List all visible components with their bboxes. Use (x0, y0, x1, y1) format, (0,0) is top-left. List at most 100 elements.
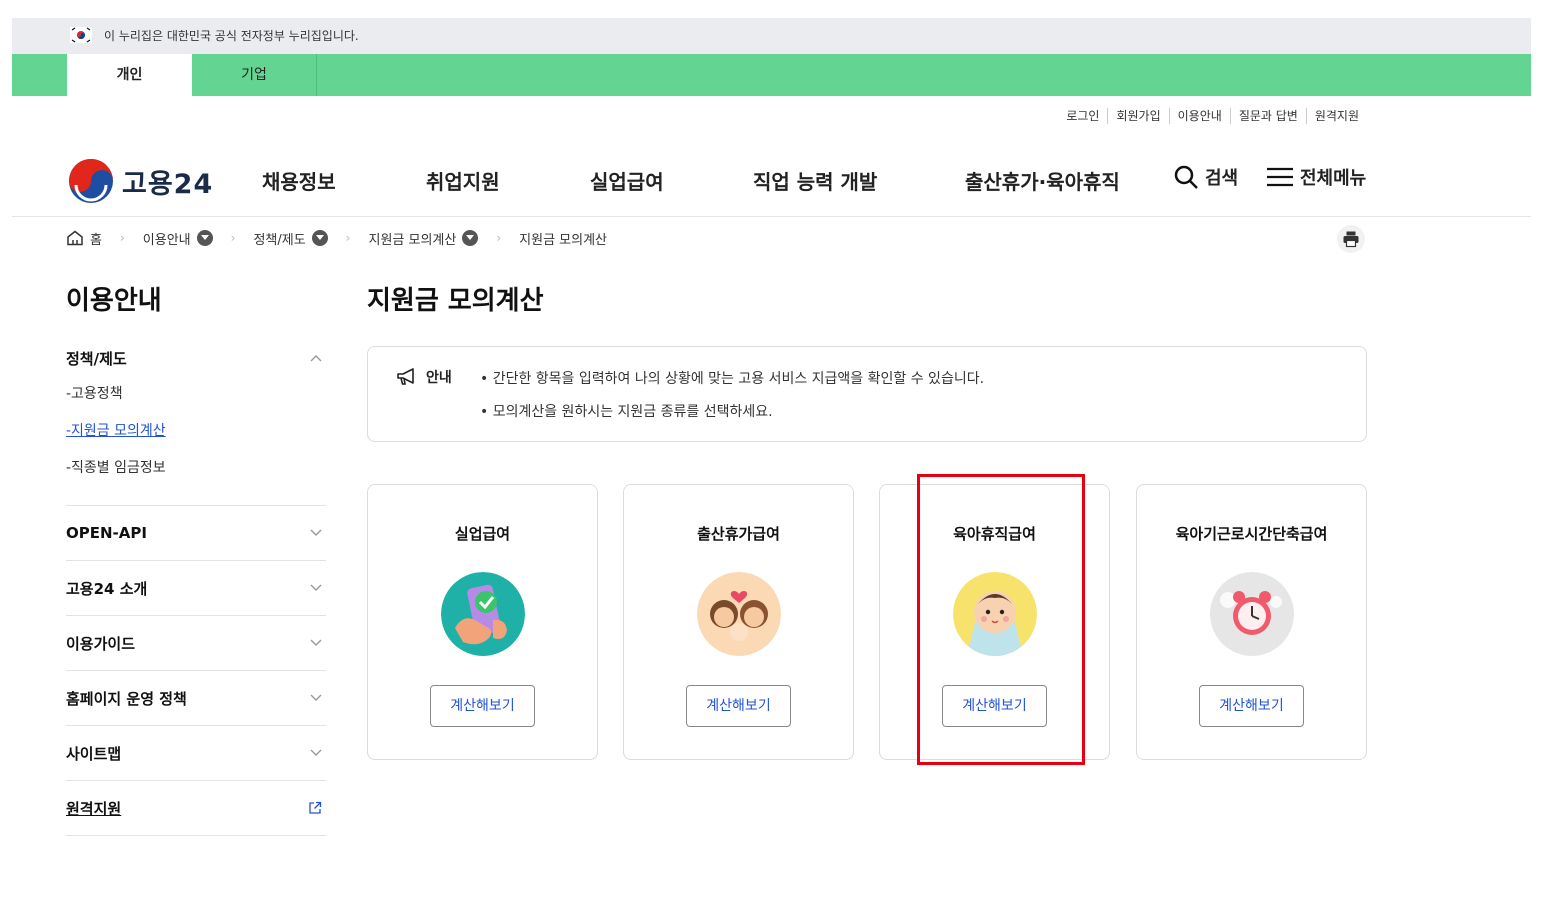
logo-emblem-icon (69, 159, 113, 203)
chevron-right-icon: › (496, 231, 502, 245)
all-menu-button[interactable]: 전체메뉴 (1266, 164, 1366, 190)
notice-box: 안내 • 간단한 항목을 입력하여 나의 상황에 맞는 고용 서비스 지급액을 … (367, 346, 1367, 442)
sidebar-group-site-policy: 홈페이지 운영 정책 (66, 671, 326, 726)
sidebar-item-label: 홈페이지 운영 정책 (66, 689, 187, 708)
sidebar-group-open-api: OPEN-API (66, 506, 326, 561)
calculate-button-maternity[interactable]: 계산해보기 (686, 685, 791, 727)
breadcrumb-current: 지원금 모의계산 (519, 229, 607, 248)
card-reduced-hours: 육아기근로시간단축급여 계산해보기 (1136, 484, 1367, 760)
sidebar: 정책/제도 -고용정책 -지원금 모의계산 -직종별 임금정보 OPEN-API… (66, 340, 326, 836)
external-link-icon (309, 801, 322, 814)
login-link[interactable]: 로그인 (1058, 108, 1107, 124)
breadcrumb-label: 지원금 모의계산 (368, 232, 457, 248)
chevron-right-icon: › (230, 231, 236, 245)
notice-label: 안내 (396, 367, 452, 387)
signup-link[interactable]: 회원가입 (1107, 108, 1168, 124)
sidebar-subitem-wage-info[interactable]: -직종별 임금정보 (66, 450, 326, 487)
usage-guide-link[interactable]: 이용안내 (1168, 108, 1230, 124)
chevron-down-icon[interactable] (196, 230, 213, 246)
global-nav: 고용24 채용정보 취업지원 실업급여 직업 능력 개발 출산휴가·육아휴직 검… (0, 140, 1557, 216)
sidebar-item-remote-support[interactable]: 원격지원 (66, 781, 326, 835)
gov-banner: 이 누리집은 대한민국 공식 전자정부 누리집입니다. (12, 18, 1531, 54)
sidebar-item-site-policy[interactable]: 홈페이지 운영 정책 (66, 671, 326, 725)
sidebar-item-label: OPEN-API (66, 524, 147, 542)
sidebar-submenu: -고용정책 -지원금 모의계산 -직종별 임금정보 (66, 376, 326, 505)
highlight-box (917, 474, 1085, 765)
nav-parental-leave[interactable]: 출산휴가·육아휴직 (965, 166, 1120, 195)
search-button[interactable]: 검색 (1173, 164, 1238, 190)
chevron-down-icon[interactable] (462, 230, 479, 246)
breadcrumb-home-label: 홈 (90, 232, 102, 248)
printer-icon (1343, 231, 1359, 248)
nav-employment-support[interactable]: 취업지원 (426, 166, 500, 195)
sidebar-item-label: 사이트맵 (66, 744, 122, 763)
sidebar-subitem-employment-policy[interactable]: -고용정책 (66, 376, 326, 413)
sidebar-item-label: 원격지원 (66, 799, 122, 818)
card-title: 출산휴가급여 (697, 525, 780, 543)
logo[interactable]: 고용24 (68, 158, 213, 204)
chevron-down-icon (310, 529, 322, 536)
sidebar-item-label: 정책/제도 (66, 350, 127, 368)
sidebar-item-label: 고용24 소개 (66, 579, 148, 598)
qna-link[interactable]: 질문과 답변 (1229, 108, 1306, 124)
sidebar-title: 이용안내 (66, 286, 162, 316)
sidebar-item-open-api[interactable]: OPEN-API (66, 506, 326, 560)
chevron-down-icon (310, 584, 322, 591)
sidebar-item-label: 이용가이드 (66, 634, 136, 653)
notice-line: • 간단한 항목을 입력하여 나의 상황에 맞는 고용 서비스 지급액을 확인할… (480, 371, 985, 387)
remote-support-link[interactable]: 원격지원 (1305, 108, 1367, 124)
card-maternity: 출산휴가급여 계산해보기 (623, 484, 854, 760)
nav-recruit[interactable]: 채용정보 (262, 166, 336, 195)
sidebar-item-guide[interactable]: 이용가이드 (66, 616, 326, 670)
page-title: 지원금 모의계산 (367, 286, 544, 316)
breadcrumb-subsidy-calc[interactable]: 지원금 모의계산 (368, 229, 479, 248)
nav-unemployment-benefit[interactable]: 실업급여 (590, 166, 664, 195)
tab-business[interactable]: 기업 (192, 54, 317, 96)
category-bar: 개인 기업 (12, 54, 1531, 96)
sidebar-item-about[interactable]: 고용24 소개 (66, 561, 326, 615)
card-title: 실업급여 (454, 525, 511, 543)
chevron-down-icon[interactable] (311, 230, 328, 246)
breadcrumb-home[interactable]: 홈 (66, 229, 102, 248)
alarm-clock-icon (1210, 572, 1294, 656)
logo-text: 고용24 (122, 168, 214, 200)
hamburger-icon (1267, 167, 1293, 187)
calculate-button-unemployment[interactable]: 계산해보기 (430, 685, 535, 727)
sidebar-item-policy[interactable]: 정책/제도 (66, 340, 326, 376)
sidebar-group-guide: 이용가이드 (66, 616, 326, 671)
breadcrumb-label: 이용안내 (142, 232, 191, 248)
breadcrumb-label: 지원금 모의계산 (519, 232, 608, 248)
gov-banner-text: 이 누리집은 대한민국 공식 전자정부 누리집입니다. (104, 29, 359, 43)
card-title: 육아기근로시간단축급여 (1175, 525, 1328, 543)
korea-flag-icon (70, 27, 92, 43)
tab-personal[interactable]: 개인 (67, 54, 192, 96)
sidebar-group-remote-support: 원격지원 (66, 781, 326, 836)
chevron-right-icon: › (119, 231, 125, 245)
notice-line: • 모의계산을 원하시는 지원금 종류를 선택하세요. (480, 404, 773, 420)
sidebar-subitem-subsidy-calc[interactable]: -지원금 모의계산 (66, 413, 326, 450)
megaphone-icon (397, 368, 414, 385)
phone-check-icon (441, 572, 525, 656)
sidebar-group-policy: 정책/제도 -고용정책 -지원금 모의계산 -직종별 임금정보 (66, 340, 326, 506)
search-icon (1174, 165, 1198, 189)
utility-links: 로그인 회원가입 이용안내 질문과 답변 원격지원 (1058, 108, 1367, 124)
nav-divider (12, 216, 1531, 217)
breadcrumb-policy[interactable]: 정책/제도 (253, 229, 328, 248)
chevron-down-icon (310, 749, 322, 756)
chevron-right-icon: › (345, 231, 351, 245)
card-unemployment: 실업급여 계산해보기 (367, 484, 598, 760)
breadcrumb-usage-guide[interactable]: 이용안내 (143, 229, 213, 248)
sidebar-group-sitemap: 사이트맵 (66, 726, 326, 781)
sidebar-group-about: 고용24 소개 (66, 561, 326, 616)
nav-job-skills[interactable]: 직업 능력 개발 (753, 166, 877, 195)
chevron-down-icon (310, 694, 322, 701)
print-button[interactable] (1337, 225, 1365, 253)
sidebar-item-sitemap[interactable]: 사이트맵 (66, 726, 326, 780)
breadcrumb: 홈 › 이용안내 › 정책/제도 › 지원금 모의계산 › 지원금 모의계산 (66, 228, 607, 248)
parents-baby-icon (697, 572, 781, 656)
chevron-up-icon (310, 355, 322, 362)
notice-label-text: 안내 (426, 370, 452, 386)
calculate-button-reduced-hours[interactable]: 계산해보기 (1199, 685, 1304, 727)
chevron-down-icon (310, 639, 322, 646)
all-menu-label: 전체메뉴 (1300, 168, 1367, 189)
